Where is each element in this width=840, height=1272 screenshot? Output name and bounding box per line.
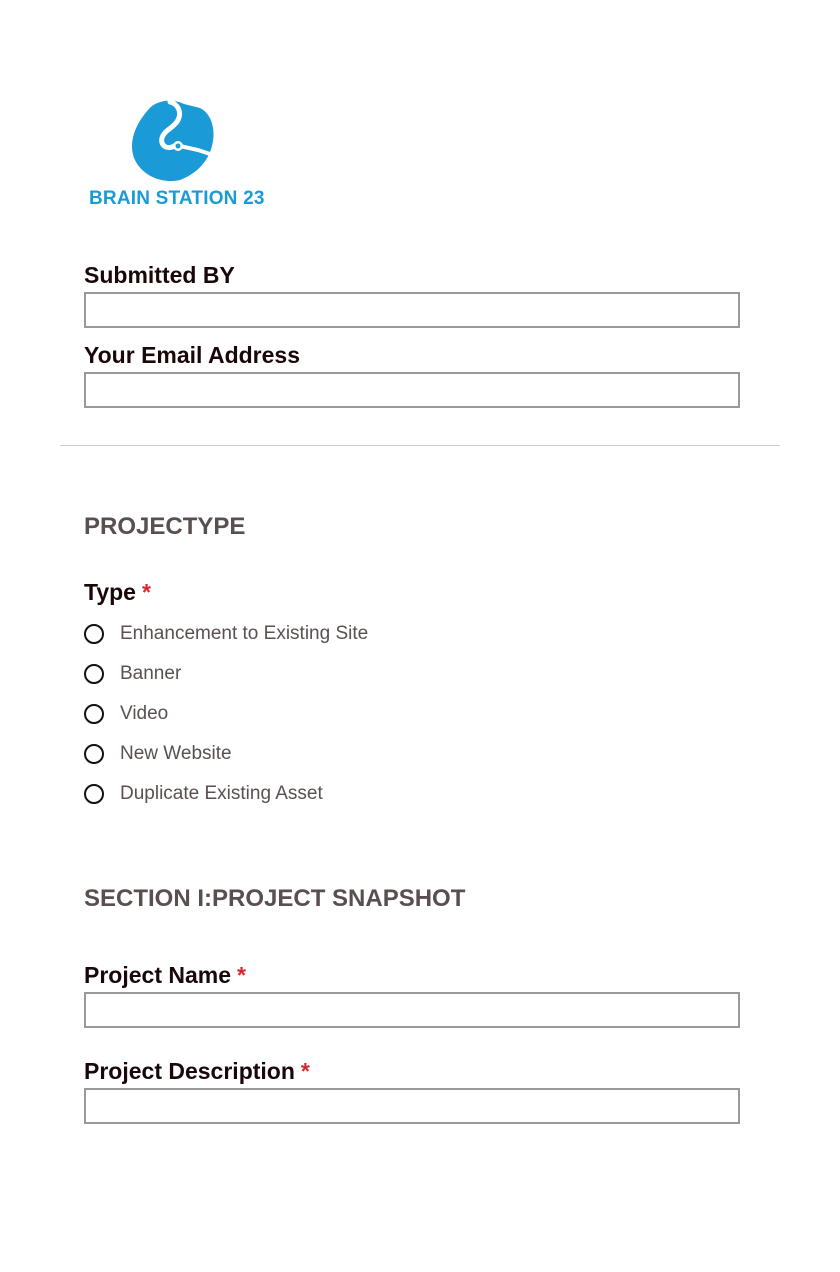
- project-description-label-text: Project Description: [84, 1058, 295, 1084]
- email-input[interactable]: [84, 372, 740, 408]
- brand-name: BRAIN STATION 23: [89, 188, 265, 209]
- email-label: Your Email Address: [84, 342, 301, 368]
- project-name-input[interactable]: [84, 992, 740, 1028]
- radio-button-enhancement[interactable]: [84, 624, 104, 644]
- project-type-heading: PROJECTYPE: [84, 513, 246, 540]
- required-marker: *: [141, 579, 151, 605]
- type-label: Type *: [84, 579, 151, 606]
- radio-button-video[interactable]: [84, 704, 104, 724]
- submitted-by-input[interactable]: [84, 292, 740, 328]
- radio-option-banner[interactable]: Banner: [84, 662, 181, 686]
- radio-button-banner[interactable]: [84, 664, 104, 684]
- radio-option-video[interactable]: Video: [84, 702, 168, 726]
- type-label-text: Type: [84, 579, 136, 605]
- radio-button-new-website[interactable]: [84, 744, 104, 764]
- radio-label-banner: Banner: [120, 663, 182, 684]
- radio-button-duplicate-asset[interactable]: [84, 784, 104, 804]
- section-divider: [60, 445, 780, 446]
- radio-label-new-website: New Website: [120, 743, 232, 764]
- required-marker: *: [300, 1058, 310, 1084]
- radio-option-new-website[interactable]: New Website: [84, 742, 232, 766]
- radio-option-duplicate-asset[interactable]: Duplicate Existing Asset: [84, 782, 323, 806]
- project-description-label: Project Description *: [84, 1058, 310, 1085]
- submitted-by-label: Submitted BY: [84, 262, 235, 288]
- required-marker: *: [237, 962, 246, 988]
- project-snapshot-heading: SECTION I:PROJECT SNAPSHOT: [84, 885, 466, 912]
- brain-station-logo-icon: [132, 99, 214, 182]
- radio-option-enhancement[interactable]: Enhancement to Existing Site: [84, 622, 368, 646]
- brand-logo: BRAIN STATION 23: [86, 94, 265, 214]
- radio-label-video: Video: [120, 703, 169, 724]
- project-name-label-text: Project Name: [84, 962, 232, 988]
- project-description-input[interactable]: [84, 1088, 740, 1124]
- radio-label-duplicate-asset: Duplicate Existing Asset: [120, 783, 323, 804]
- radio-label-enhancement: Enhancement to Existing Site: [120, 623, 369, 644]
- project-name-label: Project Name *: [84, 962, 246, 989]
